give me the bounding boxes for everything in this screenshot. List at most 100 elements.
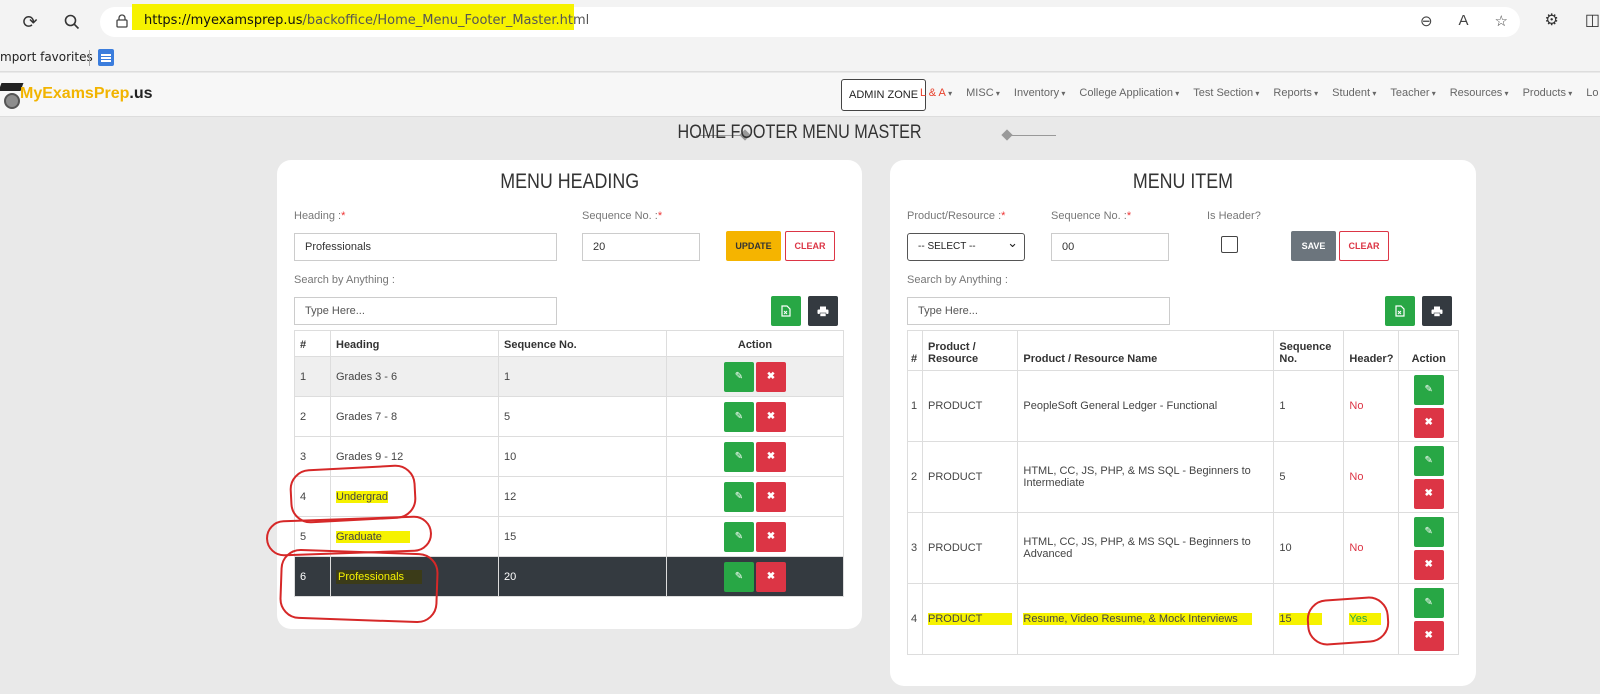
menu-inventory[interactable]: Inventory [1014, 87, 1066, 99]
annotation-circle-professionals [278, 548, 440, 624]
close-icon: ✖ [766, 371, 776, 382]
row-sequence: 10 [498, 436, 667, 477]
heading-label: Heading :* [294, 210, 346, 222]
row-number: 4 [907, 583, 923, 655]
row-sequence: 10 [1273, 512, 1345, 584]
edit-button[interactable]: ✎ [724, 361, 754, 392]
item-search-input[interactable] [907, 297, 1170, 325]
item-table-header: # Product / Resource Product / Resource … [907, 330, 1459, 371]
delete-button[interactable]: ✖ [756, 401, 786, 432]
pencil-icon: ✎ [734, 411, 744, 422]
edit-button[interactable]: ✎ [724, 441, 754, 472]
col-header: Header? [1343, 330, 1400, 371]
table-row: 2 Grades 7 - 8 5 ✎ ✖ [294, 396, 844, 437]
edit-button[interactable]: ✎ [1413, 587, 1444, 618]
row-heading: Grades 3 - 6 [330, 356, 499, 397]
split-screen-icon[interactable]: ◫ [1585, 10, 1600, 30]
edit-button[interactable]: ✎ [1413, 374, 1444, 405]
heading-input[interactable] [294, 233, 557, 261]
col-number: # [294, 330, 331, 357]
menu-test-section[interactable]: Test Section [1193, 87, 1259, 99]
edit-button[interactable]: ✎ [724, 561, 754, 592]
delete-button[interactable]: ✖ [1413, 620, 1444, 651]
import-favorites-link[interactable]: mport favorites [0, 50, 93, 64]
delete-button[interactable]: ✖ [756, 361, 786, 392]
favorite-star-icon[interactable]: ☆ [1495, 12, 1508, 30]
delete-button[interactable]: ✖ [756, 561, 786, 592]
logo-tld-text: .us [129, 85, 153, 102]
heading-sequence-label: Sequence No. :* [582, 210, 663, 222]
is-header-label: Is Header? [1207, 210, 1261, 222]
read-aloud-icon[interactable]: A [1459, 12, 1469, 30]
item-print-button[interactable] [1422, 296, 1452, 326]
table-row: 1 Grades 3 - 6 1 ✎ ✖ [294, 356, 844, 397]
pencil-icon: ✎ [734, 571, 744, 582]
search-icon[interactable] [60, 10, 84, 34]
delete-button[interactable]: ✖ [1413, 549, 1444, 580]
delete-button[interactable]: ✖ [756, 521, 786, 552]
close-icon: ✖ [1424, 559, 1433, 570]
menu-misc[interactable]: MISC [966, 87, 1000, 99]
menu-reports[interactable]: Reports [1273, 87, 1318, 99]
pencil-icon: ✎ [1424, 526, 1433, 537]
product-resource-select[interactable]: -- SELECT -- [907, 230, 1025, 261]
item-sequence-label: Sequence No. :* [1051, 210, 1132, 222]
row-header-value: No [1343, 441, 1400, 513]
heading-export-excel-button[interactable] [771, 296, 801, 326]
pencil-icon: ✎ [734, 491, 744, 502]
row-sequence: 1 [498, 356, 667, 397]
edit-button[interactable]: ✎ [1413, 516, 1444, 547]
menu-item-title: MENU ITEM [1132, 170, 1234, 193]
menu-l-and-a[interactable]: L & A [920, 87, 952, 99]
item-clear-button[interactable]: CLEAR [1339, 231, 1389, 261]
close-icon: ✖ [766, 571, 776, 582]
delete-button[interactable]: ✖ [1413, 407, 1444, 438]
main-menu: L & A MISC Inventory College Application… [920, 87, 1600, 99]
delete-button[interactable]: ✖ [756, 481, 786, 512]
heading-sequence-input[interactable] [582, 233, 700, 261]
update-button[interactable]: UPDATE [726, 231, 781, 261]
menu-resources[interactable]: Resources [1450, 87, 1509, 99]
row-number: 1 [294, 356, 331, 397]
edit-button[interactable]: ✎ [724, 401, 754, 432]
zoom-out-icon[interactable]: ⊖ [1420, 12, 1433, 30]
item-sequence-input[interactable] [1051, 233, 1169, 261]
menu-student[interactable]: Student [1332, 87, 1376, 99]
menu-login[interactable]: Lo [1586, 87, 1600, 99]
row-number: 1 [907, 370, 923, 442]
edit-button[interactable]: ✎ [1413, 445, 1444, 476]
pencil-icon: ✎ [1424, 455, 1433, 466]
close-icon: ✖ [766, 411, 776, 422]
logo-main-text: MyExamsPrep [20, 85, 130, 102]
delete-button[interactable]: ✖ [756, 441, 786, 472]
extensions-icon[interactable]: ⚙ [1545, 10, 1559, 30]
pencil-icon: ✎ [734, 371, 744, 382]
row-sequence: 20 [498, 556, 667, 597]
menu-college-application[interactable]: College Application [1079, 87, 1179, 99]
pencil-icon: ✎ [1424, 384, 1433, 395]
admin-zone-button[interactable]: ADMIN ZONE [841, 79, 927, 111]
menu-products[interactable]: Products [1523, 87, 1573, 99]
site-logo[interactable]: MyExamsPrep.us [0, 77, 153, 115]
heading-search-input[interactable] [294, 297, 557, 325]
table-row: 3 PRODUCT HTML, CC, JS, PHP, & MS SQL - … [907, 512, 1459, 584]
row-type: PRODUCT [921, 441, 1019, 513]
save-button[interactable]: SAVE [1291, 231, 1336, 261]
docs-icon[interactable] [98, 49, 114, 66]
delete-button[interactable]: ✖ [1413, 478, 1444, 509]
row-number: 3 [907, 512, 923, 584]
menu-teacher[interactable]: Teacher [1390, 87, 1435, 99]
browser-toolbar: ⟳ https://myexamsprep.us/backoffice/Home… [0, 0, 1600, 44]
row-heading: Grades 7 - 8 [330, 396, 499, 437]
favorites-divider [89, 50, 90, 66]
refresh-icon[interactable]: ⟳ [18, 10, 42, 34]
is-header-checkbox[interactable] [1221, 236, 1238, 253]
heading-clear-button[interactable]: CLEAR [785, 231, 835, 261]
heading-print-button[interactable] [808, 296, 838, 326]
pencil-icon: ✎ [734, 531, 744, 542]
item-export-excel-button[interactable] [1385, 296, 1415, 326]
edit-button[interactable]: ✎ [724, 521, 754, 552]
address-bar[interactable]: https://myexamsprep.us/backoffice/Home_M… [100, 4, 1520, 37]
edit-button[interactable]: ✎ [724, 481, 754, 512]
row-sequence: 5 [498, 396, 667, 437]
